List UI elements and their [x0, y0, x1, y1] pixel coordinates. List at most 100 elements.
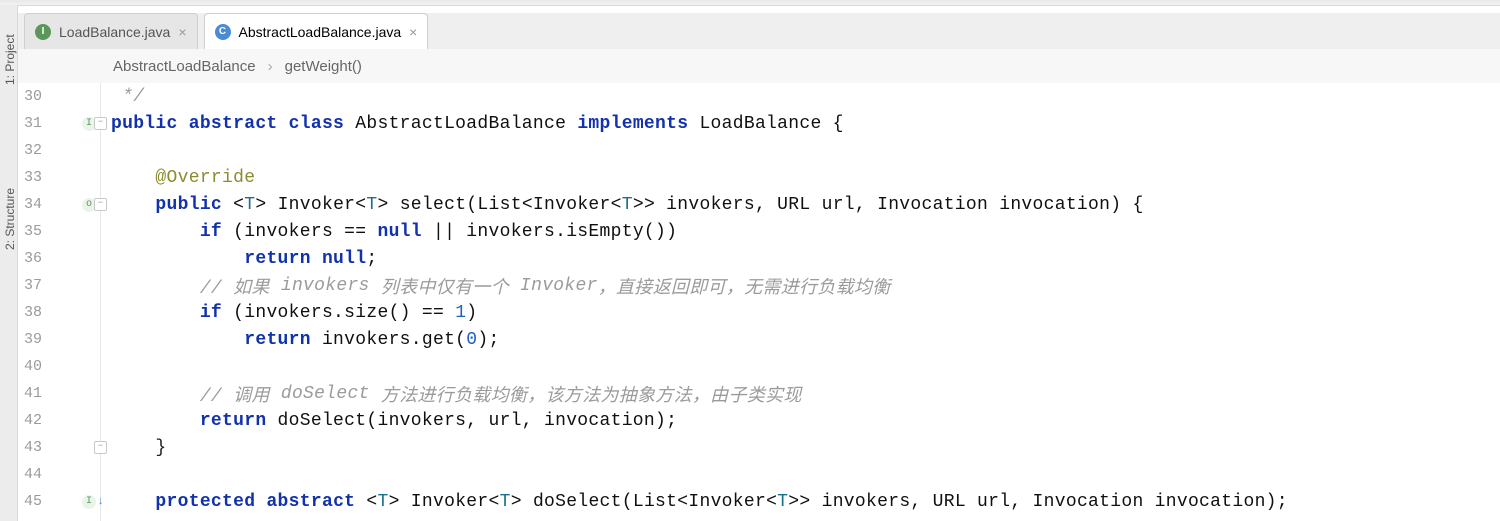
- code-line[interactable]: return doSelect(invokers, url, invocatio…: [111, 407, 1500, 434]
- tab-label: LoadBalance.java: [59, 24, 170, 40]
- code-editor[interactable]: 3031I−323334o−353637383940414243−4445I46…: [18, 83, 1500, 521]
- code-line[interactable]: }: [111, 434, 1500, 461]
- code-token: );: [477, 330, 499, 350]
- code-token: ): [466, 303, 477, 323]
- code-token: public: [111, 114, 189, 134]
- code-token: T: [366, 195, 377, 215]
- gutter-line[interactable]: 34o−: [18, 191, 100, 218]
- gutter-line[interactable]: 38: [18, 299, 100, 326]
- code-token: <: [233, 195, 244, 215]
- implemented-icon[interactable]: I: [82, 495, 96, 509]
- code-line[interactable]: if (invokers.size() == 1): [111, 299, 1500, 326]
- gutter-line[interactable]: 37: [18, 272, 100, 299]
- line-number: 33: [24, 169, 42, 186]
- code-token: > Invoker<: [255, 195, 366, 215]
- code-line[interactable]: return invokers.get(0);: [111, 326, 1500, 353]
- line-number: 31: [24, 115, 42, 132]
- gutter-line[interactable]: 33: [18, 164, 100, 191]
- editor-tab[interactable]: C AbstractLoadBalance.java ×: [204, 13, 429, 50]
- code-token: (invokers.size() ==: [233, 303, 455, 323]
- code-line[interactable]: // 如果 invokers 列表中仅有一个 Invoker，直接返回即可，无需…: [111, 272, 1500, 299]
- gutter-line[interactable]: 45 I: [18, 488, 100, 515]
- code-line[interactable]: */: [111, 83, 1500, 110]
- code-line[interactable]: protected abstract <T> Invoker<T> doSele…: [111, 488, 1500, 515]
- code-token: 列表中仅有一个: [370, 273, 520, 299]
- line-number: 35: [24, 223, 42, 240]
- code-line[interactable]: public abstract class AbstractLoadBalanc…: [111, 110, 1500, 137]
- line-number: 45: [24, 493, 42, 510]
- code-token: // 如果: [200, 273, 281, 299]
- line-number: 43: [24, 439, 42, 456]
- code-token: 1: [455, 303, 466, 323]
- gutter[interactable]: 30 31I−32 33 34o− 35 36 37 38 39 40 41 4243− 44 45 I 46: [18, 83, 101, 521]
- code-line[interactable]: return null;: [111, 245, 1500, 272]
- code-line[interactable]: @Override: [111, 164, 1500, 191]
- code-token: > doSelect(List<Invoker<: [511, 492, 777, 512]
- line-number: 39: [24, 331, 42, 348]
- line-number: 37: [24, 277, 42, 294]
- gutter-line[interactable]: 35: [18, 218, 100, 245]
- breadcrumb-class[interactable]: AbstractLoadBalance: [113, 58, 256, 75]
- gutter-line[interactable]: 31I−: [18, 110, 100, 137]
- code-line[interactable]: [111, 461, 1500, 488]
- code-line[interactable]: [111, 515, 1500, 521]
- line-number: 44: [24, 466, 42, 483]
- code-line[interactable]: [111, 353, 1500, 380]
- code-token: doSelect: [281, 384, 370, 404]
- fold-handle-icon[interactable]: −: [94, 441, 107, 454]
- left-tool-window-bar: 1: Project 2: Structure: [0, 5, 18, 521]
- code-token: ，直接返回即可，无需进行负载均衡: [598, 273, 891, 299]
- code-token: T: [777, 492, 788, 512]
- gutter-line[interactable]: 43−: [18, 434, 100, 461]
- fold-handle-icon[interactable]: −: [94, 198, 107, 211]
- code-area[interactable]: */public abstract class AbstractLoadBala…: [101, 83, 1500, 521]
- code-token: [111, 303, 200, 323]
- code-token: doSelect(invokers, url, invocation);: [278, 411, 678, 431]
- code-token: <: [366, 492, 377, 512]
- interface-icon: I: [35, 24, 51, 40]
- sidebar-toggle-structure[interactable]: 2: Structure: [3, 174, 17, 250]
- gutter-line[interactable]: 42: [18, 407, 100, 434]
- close-icon[interactable]: ×: [178, 24, 186, 40]
- gutter-line[interactable]: 30: [18, 83, 100, 110]
- line-number: 41: [24, 385, 42, 402]
- code-token: > Invoker<: [389, 492, 500, 512]
- gutter-line[interactable]: 41: [18, 380, 100, 407]
- code-token: > select(List<Invoker<: [378, 195, 622, 215]
- close-icon[interactable]: ×: [409, 24, 417, 40]
- tab-label: AbstractLoadBalance.java: [239, 24, 402, 40]
- code-token: 0: [466, 330, 477, 350]
- gutter-line[interactable]: 32: [18, 137, 100, 164]
- code-line[interactable]: [111, 137, 1500, 164]
- code-token: [111, 195, 155, 215]
- breadcrumb: AbstractLoadBalance › getWeight(): [18, 49, 1500, 84]
- code-line[interactable]: public <T> Invoker<T> select(List<Invoke…: [111, 191, 1500, 218]
- code-token: [111, 492, 155, 512]
- line-number: 34: [24, 196, 42, 213]
- gutter-line[interactable]: 36: [18, 245, 100, 272]
- code-token: [111, 276, 200, 296]
- line-number: 30: [24, 88, 42, 105]
- code-token: T: [622, 195, 633, 215]
- gutter-line[interactable]: 46: [18, 515, 100, 521]
- gutter-line[interactable]: 40: [18, 353, 100, 380]
- gutter-line[interactable]: 44: [18, 461, 100, 488]
- code-token: class: [289, 114, 356, 134]
- breadcrumb-method[interactable]: getWeight(): [285, 58, 362, 75]
- gutter-line[interactable]: 39: [18, 326, 100, 353]
- code-token: return: [200, 411, 278, 431]
- sidebar-toggle-project[interactable]: 1: Project: [3, 29, 17, 85]
- code-token: || invokers.isEmpty()): [433, 222, 677, 242]
- code-token: LoadBalance {: [699, 114, 843, 134]
- code-line[interactable]: // 调用 doSelect 方法进行负载均衡，该方法为抽象方法，由子类实现: [111, 380, 1500, 407]
- class-icon: C: [215, 24, 231, 40]
- line-number: 38: [24, 304, 42, 321]
- navigation-bar[interactable]: [0, 0, 1500, 6]
- fold-handle-icon[interactable]: −: [94, 117, 107, 130]
- editor-tab[interactable]: I LoadBalance.java ×: [24, 13, 198, 49]
- code-token: T: [244, 195, 255, 215]
- code-token: 方法进行负载均衡，该方法为抽象方法，由子类实现: [370, 381, 802, 407]
- code-token: >> invokers, URL url, Invocation invocat…: [788, 492, 1288, 512]
- code-token: @Override: [155, 168, 255, 188]
- code-line[interactable]: if (invokers == null || invokers.isEmpty…: [111, 218, 1500, 245]
